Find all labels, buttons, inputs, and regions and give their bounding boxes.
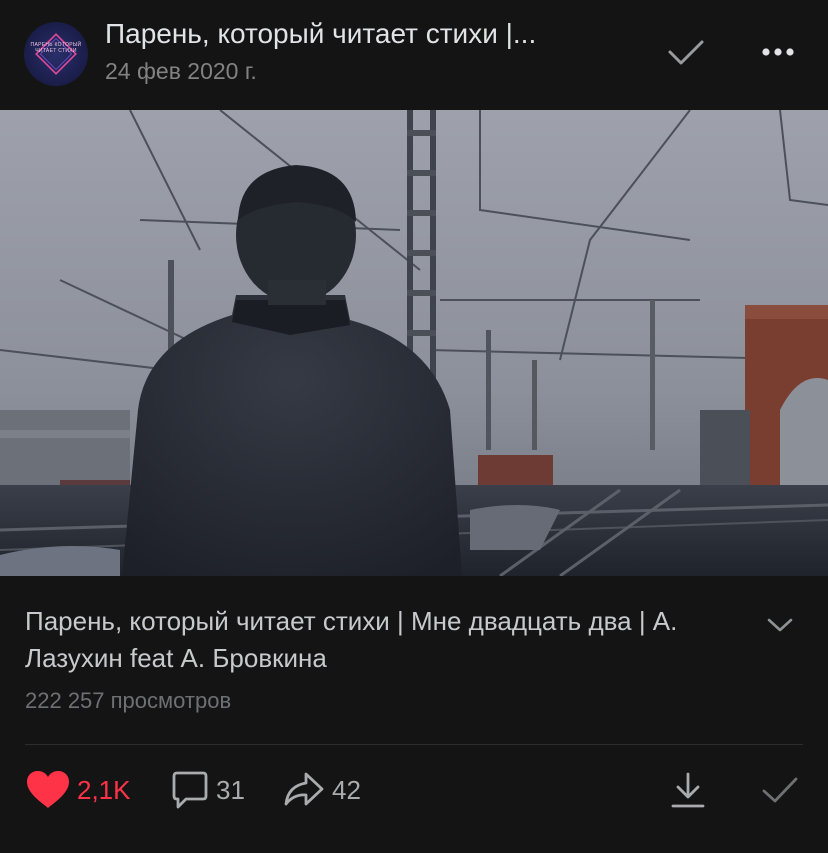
check-icon <box>668 40 704 65</box>
more-dots-icon <box>762 48 794 56</box>
expand-description-button[interactable] <box>760 608 800 640</box>
video-player[interactable] <box>0 110 828 576</box>
video-thumbnail <box>0 110 828 576</box>
views-count: 222 257 просмотров <box>25 688 232 713</box>
check-icon <box>762 777 798 803</box>
share-count: 42 <box>332 774 361 805</box>
subscribed-check-button[interactable] <box>664 30 708 74</box>
comment-count: 31 <box>216 774 245 805</box>
community-avatar[interactable]: ПАРЕНЬ КОТОРЫЙ ЧИТАЕТ СТИХИ <box>24 22 88 86</box>
comment-icon <box>172 771 208 809</box>
more-options-button[interactable] <box>756 36 800 68</box>
avatar-label: ПАРЕНЬ КОТОРЫЙ ЧИТАЕТ СТИХИ <box>30 42 82 54</box>
community-title[interactable]: Парень, который читает стихи |... <box>105 18 625 50</box>
chevron-down-icon <box>767 618 793 632</box>
action-bar: 2,1K 31 42 <box>0 760 828 820</box>
comment-button[interactable]: 31 <box>170 770 245 810</box>
post-date: 24 фев 2020 г. <box>105 58 257 84</box>
download-button[interactable] <box>668 770 708 810</box>
share-icon <box>284 772 324 806</box>
share-button[interactable]: 42 <box>282 770 361 810</box>
avatar-diamond-icon <box>35 33 77 75</box>
divider <box>25 744 803 745</box>
mark-watched-button[interactable] <box>760 770 800 810</box>
download-icon <box>671 772 705 808</box>
post-header: ПАРЕНЬ КОТОРЫЙ ЧИТАЕТ СТИХИ Парень, кото… <box>0 0 828 110</box>
heart-icon <box>27 771 69 808</box>
like-button[interactable]: 2,1K <box>25 770 131 810</box>
video-title: Парень, который читает стихи | Мне двадц… <box>25 606 678 673</box>
like-count: 2,1K <box>77 774 131 805</box>
